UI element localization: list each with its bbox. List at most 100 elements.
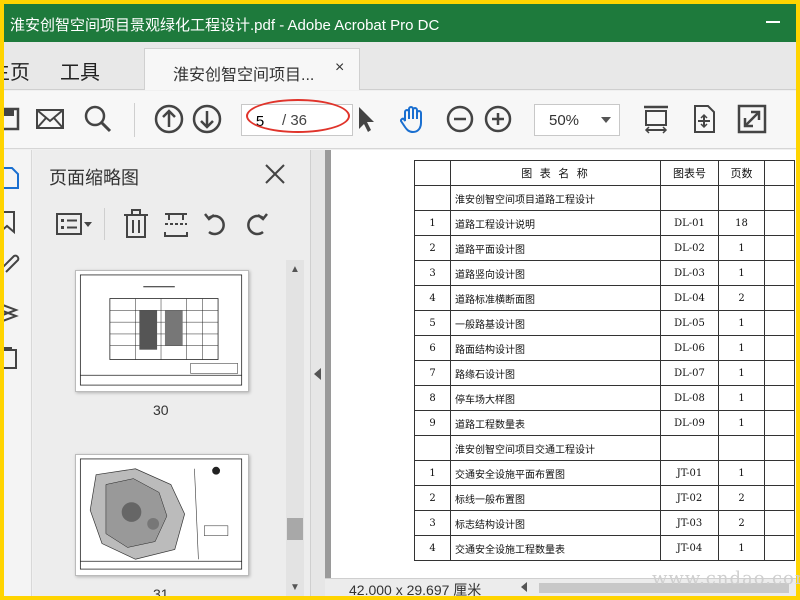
zoom-dropdown[interactable]: 50%	[534, 104, 620, 136]
cell-no: 3	[414, 510, 451, 536]
collapse-panel-icon[interactable]	[314, 368, 321, 380]
cell-code: DL-03	[660, 260, 719, 286]
cell-extra	[764, 185, 795, 211]
trash-icon[interactable]	[121, 208, 151, 240]
thumbnail-page-number: 30	[153, 402, 169, 418]
scroll-left-icon[interactable]	[521, 582, 527, 592]
tab-bar: 主页 工具 淮安创智空间项目... ×	[4, 42, 796, 90]
table-row: 1 道路工程设计说明 DL-01 18	[414, 210, 795, 236]
header-cell	[764, 160, 795, 186]
cell-extra	[764, 285, 795, 311]
panel-separator	[104, 208, 105, 240]
table-row: 5 一般路基设计图 DL-05 1	[414, 310, 795, 336]
cell-code: DL-09	[660, 410, 719, 436]
fit-page-icon[interactable]	[640, 103, 672, 135]
cell-pages: 1	[718, 260, 765, 286]
tab-home[interactable]: 主页	[4, 56, 30, 85]
cell-code: DL-01	[660, 210, 719, 236]
document-view[interactable]: 图 表 名 称 图表号 页数 淮安创智空间项目道路工程设计 1 道路工程设计说明 DL…	[325, 150, 796, 578]
cell-name: 标线一般布置图	[450, 485, 661, 511]
cell-pages: 18	[718, 210, 765, 236]
table-row: 2 标线一般布置图 JT-02 2	[414, 485, 795, 511]
toolbar: / 36 50%	[4, 91, 796, 149]
cell-pages: 1	[718, 335, 765, 361]
cell-extra	[764, 385, 795, 411]
extract-pages-icon[interactable]	[161, 208, 191, 240]
document-tab[interactable]: 淮安创智空间项目... ×	[144, 48, 360, 90]
full-screen-icon[interactable]	[736, 103, 768, 135]
cell-name: 道路竖向设计图	[450, 260, 661, 286]
attachments-icon[interactable]	[4, 248, 24, 276]
hand-tool-icon[interactable]	[396, 103, 428, 135]
next-page-icon[interactable]	[191, 103, 223, 135]
cell-no	[414, 185, 451, 211]
save-icon[interactable]	[4, 103, 28, 135]
document-page: 图 表 名 称 图表号 页数 淮安创智空间项目道路工程设计 1 道路工程设计说明 DL…	[331, 150, 796, 578]
page-thumbnail-30[interactable]	[75, 270, 249, 392]
cell-name: 路缘石设计图	[450, 360, 661, 386]
cell-name: 淮安创智空间项目交通工程设计	[450, 435, 661, 461]
cell-no: 7	[414, 360, 451, 386]
cell-pages: 1	[718, 410, 765, 436]
thumbnail-list: 30 31	[33, 255, 303, 596]
panel-toolbar	[49, 208, 299, 242]
table-row: 9 道路工程数量表 DL-09 1	[414, 410, 795, 436]
cell-name: 停车场大样图	[450, 385, 661, 411]
cell-extra	[764, 435, 795, 461]
rotate-left-icon[interactable]	[201, 208, 231, 240]
bookmarks-icon[interactable]	[4, 208, 24, 236]
cell-pages: 1	[718, 235, 765, 261]
email-icon[interactable]	[34, 103, 66, 135]
page-dimensions: 42.000 x 29.697 厘米	[349, 582, 482, 596]
tab-tools[interactable]: 工具	[60, 56, 100, 85]
cell-extra	[764, 310, 795, 336]
toolbar-separator	[134, 103, 135, 137]
cell-no: 6	[414, 335, 451, 361]
minimize-button[interactable]	[766, 21, 780, 23]
close-tab-icon[interactable]: ×	[335, 59, 344, 77]
cell-extra	[764, 360, 795, 386]
cell-extra	[764, 410, 795, 436]
cell-no: 1	[414, 460, 451, 486]
page-thumbnail-31[interactable]	[75, 454, 249, 576]
prev-page-icon[interactable]	[153, 103, 185, 135]
cell-no: 4	[414, 285, 451, 311]
cell-no	[414, 435, 451, 461]
scroll-mode-icon[interactable]	[688, 103, 720, 135]
cell-pages	[718, 435, 765, 461]
scroll-thumb[interactable]	[287, 518, 303, 540]
page-thumbnails-icon[interactable]	[4, 164, 24, 192]
cell-pages: 1	[718, 310, 765, 336]
cell-code: DL-02	[660, 235, 719, 261]
cell-code: DL-05	[660, 310, 719, 336]
cell-pages: 1	[718, 360, 765, 386]
cell-no: 1	[414, 210, 451, 236]
cell-pages: 2	[718, 485, 765, 511]
layers-icon[interactable]	[4, 298, 24, 326]
options-menu-icon[interactable]	[55, 208, 95, 240]
cell-no: 5	[414, 310, 451, 336]
section-row: 淮安创智空间项目交通工程设计	[414, 435, 795, 461]
close-icon[interactable]	[263, 162, 287, 186]
cell-no: 4	[414, 535, 451, 561]
table-row: 3 标志结构设计图 JT-03 2	[414, 510, 795, 536]
cell-extra	[764, 210, 795, 236]
rotate-right-icon[interactable]	[241, 208, 271, 240]
panel-splitter[interactable]	[311, 150, 325, 596]
scroll-up-icon[interactable]: ▲	[290, 264, 300, 275]
cell-pages: 2	[718, 285, 765, 311]
cell-code: DL-04	[660, 285, 719, 311]
scroll-down-icon[interactable]: ▼	[290, 582, 300, 593]
signatures-icon[interactable]	[4, 344, 24, 372]
header-cell: 页数	[718, 160, 765, 186]
cell-code: JT-04	[660, 535, 719, 561]
table-row: 4 交通安全设施工程数量表 JT-04 1	[414, 535, 795, 561]
cell-extra	[764, 535, 795, 561]
zoom-in-icon[interactable]	[482, 103, 514, 135]
search-icon[interactable]	[82, 103, 114, 135]
select-arrow-icon[interactable]	[350, 103, 382, 135]
title-bar: 淮安创智空间项目景观绿化工程设计.pdf - Adobe Acrobat Pro…	[4, 4, 796, 42]
zoom-out-icon[interactable]	[444, 103, 476, 135]
header-cell: 图 表 名 称	[450, 160, 661, 186]
thumbnail-scrollbar[interactable]: ▲ ▼	[286, 260, 304, 596]
